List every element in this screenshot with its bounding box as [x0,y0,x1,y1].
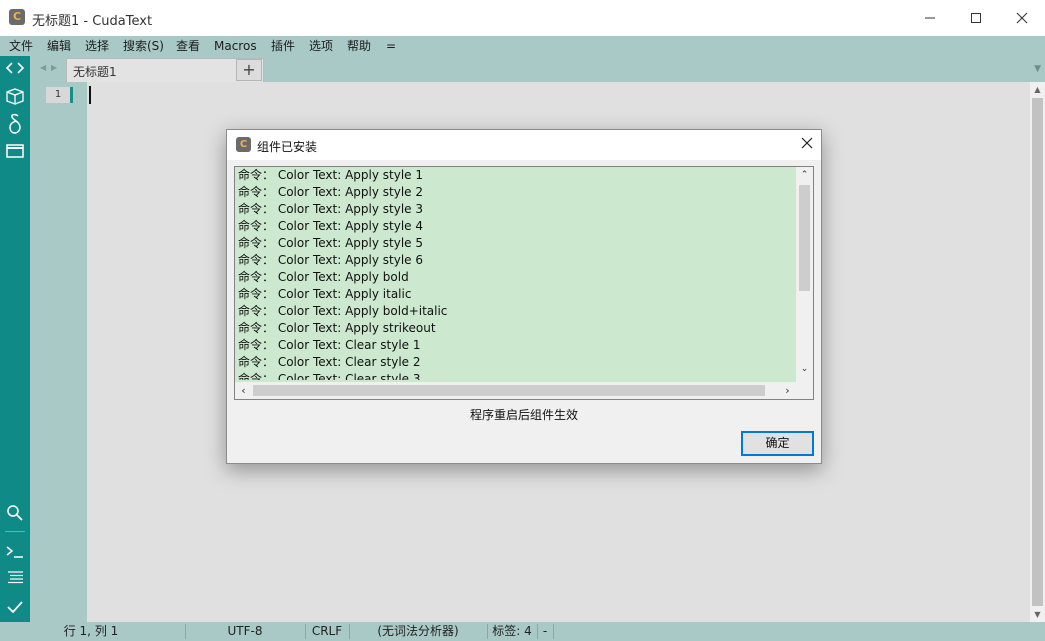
minimize-icon [924,12,936,24]
chevron-right-icon[interactable]: › [779,382,796,399]
package-icon[interactable] [4,85,26,107]
tab-untitled1[interactable]: 无标题1 ✕ [66,58,264,82]
tab-menu-chevron-icon[interactable]: ▼ [1034,64,1041,74]
line-modified-marker [70,87,73,103]
list-horizontal-scrollbar[interactable]: ‹ › [235,382,796,399]
chevron-up-icon[interactable]: ⌃ [796,170,813,180]
panel-icon[interactable] [4,140,26,162]
app-icon: C [9,9,25,25]
delta-icon[interactable] [4,113,26,135]
sidebar [0,56,30,622]
console-icon[interactable] [4,541,26,563]
title-bar: C 无标题1 - CudaText [0,0,1045,36]
list-item[interactable]: 命令： Color Text: Apply style 6 [238,252,793,269]
close-icon [801,137,813,149]
list-hscroll-thumb[interactable] [253,385,765,396]
tab-label: 无标题1 [73,63,117,80]
menu-view[interactable]: 查看 [176,36,200,56]
list-item[interactable]: 命令： Color Text: Apply style 5 [238,235,793,252]
components-installed-dialog: C 组件已安装 命令： Color Text: Apply style 1 命令… [226,129,822,464]
status-lexer[interactable]: (无词法分析器) [350,622,486,641]
status-separator [553,624,554,639]
status-bar: 行 1, 列 1 UTF-8 CRLF (无词法分析器) 标签: 4 - [0,622,1045,641]
status-cursor-position[interactable]: 行 1, 列 1 [30,622,152,641]
list-item[interactable]: 命令： Color Text: Apply style 3 [238,201,793,218]
menu-select[interactable]: 选择 [85,36,109,56]
dialog-close-button[interactable] [801,134,813,154]
scrollbar-thumb[interactable] [1032,98,1043,606]
list-content: 命令： Color Text: Apply style 1 命令： Color … [238,167,793,380]
menu-bar: 文件 编辑 选择 搜索(S) 查看 Macros 插件 选项 帮助 = [0,36,1045,56]
list-item[interactable]: 命令： Color Text: Apply strikeout [238,320,793,337]
text-caret [89,86,91,104]
restart-message: 程序重启后组件生效 [227,406,821,423]
status-extra[interactable]: - [538,622,552,641]
search-icon[interactable] [4,502,26,524]
list-item[interactable]: 命令： Color Text: Clear style 2 [238,354,793,371]
list-item[interactable]: 命令： Color Text: Clear style 1 [238,337,793,354]
tab-bar: ◀ ▶ 无标题1 ✕ + ▼ [30,56,1045,82]
window-title: 无标题1 - CudaText [32,10,152,29]
line-gutter: 1 [30,82,87,622]
list-item[interactable]: 命令： Color Text: Apply style 4 [238,218,793,235]
line-number: 1 [46,87,70,103]
menu-options[interactable]: 选项 [309,36,333,56]
ok-button[interactable]: 确定 [741,431,814,456]
menu-search[interactable]: 搜索(S) [123,36,164,56]
dialog-title: 组件已安装 [257,138,317,155]
close-window-button[interactable] [999,0,1045,36]
list-item[interactable]: 命令： Color Text: Apply bold+italic [238,303,793,320]
editor-vertical-scrollbar[interactable]: ▲ ▼ [1030,82,1045,622]
chevron-down-icon[interactable]: ⌄ [796,364,813,374]
list-item[interactable]: 命令： Color Text: Apply style 2 [238,184,793,201]
status-tab-size[interactable]: 标签: 4 [488,622,536,641]
sidebar-divider [5,531,25,532]
maximize-button[interactable] [953,0,999,36]
add-tab-button[interactable]: + [236,59,262,81]
code-brackets-icon[interactable] [4,57,26,79]
chevron-left-icon[interactable]: ‹ [235,382,252,399]
menu-more[interactable]: = [386,36,396,56]
list-vertical-scrollbar[interactable]: ⌃ ⌄ [796,167,813,382]
tab-scroll-left-icon[interactable]: ◀ [40,63,46,72]
menu-edit[interactable]: 编辑 [47,36,71,56]
check-icon[interactable] [4,596,26,618]
tab-scroll-right-icon[interactable]: ▶ [51,63,57,72]
minimize-button[interactable] [907,0,953,36]
installed-commands-list[interactable]: 命令： Color Text: Apply style 1 命令： Color … [234,166,814,400]
list-vscroll-thumb[interactable] [799,185,810,291]
status-encoding[interactable]: UTF-8 [186,622,304,641]
list-item[interactable]: 命令： Color Text: Clear style 3 [238,371,793,380]
list-item[interactable]: 命令： Color Text: Apply bold [238,269,793,286]
list-icon[interactable] [4,567,26,589]
scroll-down-icon[interactable]: ▼ [1030,610,1045,619]
menu-file[interactable]: 文件 [9,36,33,56]
menu-macros[interactable]: Macros [214,36,257,56]
scroll-up-icon[interactable]: ▲ [1030,85,1045,94]
dialog-app-icon: C [236,137,251,152]
dialog-title-bar: C 组件已安装 [227,130,821,160]
maximize-icon [970,12,982,24]
menu-plugins[interactable]: 插件 [271,36,295,56]
close-icon [1016,12,1028,24]
status-line-ending[interactable]: CRLF [306,622,348,641]
scrollbar-corner [796,382,813,399]
list-item[interactable]: 命令： Color Text: Apply style 1 [238,167,793,184]
menu-help[interactable]: 帮助 [347,36,371,56]
list-item[interactable]: 命令： Color Text: Apply italic [238,286,793,303]
